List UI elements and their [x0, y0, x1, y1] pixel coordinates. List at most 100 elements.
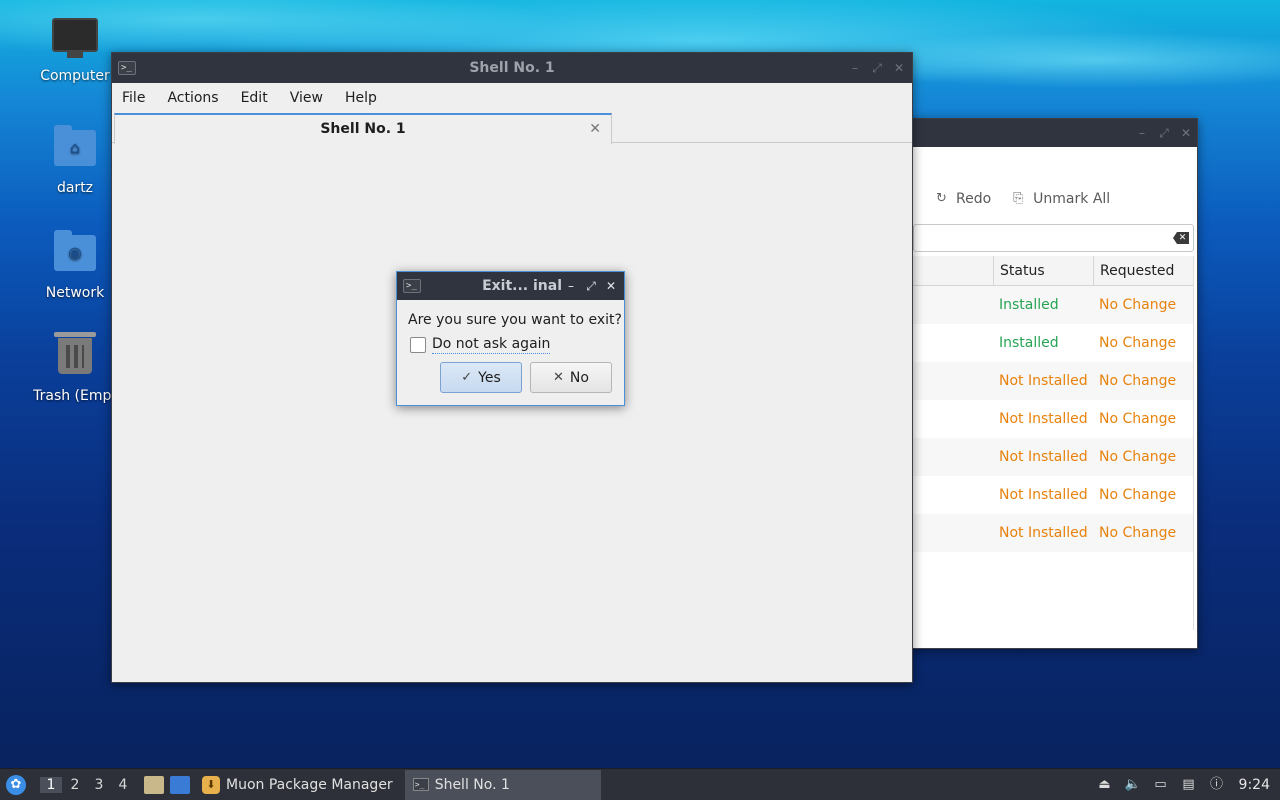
- clock[interactable]: 9:24: [1239, 777, 1270, 793]
- no-button[interactable]: ✕ No: [530, 362, 612, 393]
- table-row[interactable]: Not Installed No Change: [913, 476, 1193, 514]
- shell-titlebar[interactable]: >_ Shell No. 1 – ⤢ ✕: [112, 53, 912, 83]
- requested-cell: No Change: [1099, 411, 1177, 427]
- table-row[interactable]: Installed No Change: [913, 286, 1193, 324]
- requested-cell: No Change: [1099, 335, 1177, 351]
- menu-edit[interactable]: Edit: [241, 90, 279, 106]
- desktop-icon-trash[interactable]: Trash (Empt: [27, 332, 123, 404]
- trash-icon: [52, 332, 98, 384]
- unmark-all-button[interactable]: ⎘ Unmark All: [1013, 191, 1110, 207]
- status-cell: Installed: [999, 335, 1059, 351]
- do-not-ask-checkbox[interactable]: [410, 337, 426, 353]
- dialog-question: Are you sure you want to exit?: [408, 312, 622, 328]
- yes-button[interactable]: ✓ Yes: [440, 362, 522, 393]
- desktop-icon-computer[interactable]: Computer: [27, 18, 123, 84]
- package-table: Status Requested Installed No Change Ins…: [913, 256, 1194, 630]
- workspace-4[interactable]: 4: [112, 777, 134, 793]
- home-folder-icon: ⌂: [52, 125, 98, 176]
- muon-body: ↻ Redo ⎘ Unmark All ✕ Status Requested I…: [901, 147, 1197, 648]
- muon-window[interactable]: – ⤢ ✕ ↻ Redo ⎘ Unmark All ✕ Status Reque…: [900, 118, 1198, 649]
- terminal-icon: >_: [118, 61, 136, 75]
- column-header-requested[interactable]: Requested: [1093, 256, 1193, 285]
- requested-cell: No Change: [1099, 297, 1177, 313]
- dialog-title: Exit... inal: [482, 278, 562, 294]
- system-tray: ⏏ 🔈 ▭ ▤ ⓘ 9:24: [1097, 769, 1280, 800]
- unmark-all-icon: ⎘: [1013, 191, 1024, 206]
- menu-file[interactable]: File: [122, 90, 156, 106]
- minimize-icon[interactable]: –: [1135, 126, 1149, 140]
- task-label: Shell No. 1: [434, 776, 510, 793]
- status-cell: Not Installed: [999, 411, 1088, 427]
- close-icon[interactable]: ✕: [1179, 126, 1193, 140]
- start-menu-icon[interactable]: ✿: [6, 774, 26, 795]
- table-body: Installed No Change Installed No Change …: [913, 286, 1193, 552]
- show-desktop-icon[interactable]: [170, 775, 190, 794]
- desktop-icon-label: Network: [45, 285, 105, 301]
- menu-help[interactable]: Help: [345, 90, 388, 106]
- desktop-icon-label: Trash (Empt: [33, 388, 117, 404]
- eject-icon[interactable]: ⏏: [1097, 777, 1113, 793]
- redo-label: Redo: [956, 191, 992, 207]
- requested-cell: No Change: [1099, 525, 1177, 541]
- redo-button[interactable]: ↻ Redo: [936, 191, 991, 207]
- muon-titlebar[interactable]: – ⤢ ✕: [901, 119, 1197, 147]
- redo-icon: ↻: [936, 191, 947, 206]
- do-not-ask-label[interactable]: Do not ask again: [432, 336, 551, 354]
- status-cell: Not Installed: [999, 373, 1088, 389]
- task-muon-package-manager[interactable]: ⬇ Muon Package Manager: [194, 770, 401, 800]
- dialog-titlebar[interactable]: >_ Exit... inal – ⤢ ✕: [397, 272, 624, 300]
- do-not-ask-checkbox-row[interactable]: Do not ask again: [410, 336, 551, 354]
- status-cell: Not Installed: [999, 525, 1088, 541]
- table-row[interactable]: Not Installed No Change: [913, 438, 1193, 476]
- status-cell: Not Installed: [999, 487, 1088, 503]
- column-header-status[interactable]: Status: [993, 256, 1093, 285]
- maximize-icon[interactable]: ⤢: [1157, 126, 1171, 140]
- task-shell[interactable]: >_ Shell No. 1: [404, 769, 601, 800]
- file-manager-icon[interactable]: [144, 775, 164, 794]
- network-icon[interactable]: ▭: [1153, 777, 1169, 793]
- workspace-2[interactable]: 2: [64, 777, 86, 793]
- desktop-icon-label: dartz: [56, 180, 94, 196]
- volume-icon[interactable]: 🔈: [1125, 777, 1141, 793]
- workspace-1[interactable]: 1: [40, 776, 62, 793]
- table-row[interactable]: Not Installed No Change: [913, 514, 1193, 552]
- notification-icon[interactable]: ⓘ: [1209, 777, 1225, 793]
- package-icon: ⬇: [202, 775, 220, 794]
- workspace-3[interactable]: 3: [88, 777, 110, 793]
- network-folder-icon: ◉: [52, 230, 98, 281]
- terminal-icon: >_: [412, 778, 429, 791]
- clear-search-icon[interactable]: ✕: [1173, 232, 1189, 244]
- checkmark-icon: ✓: [461, 370, 473, 385]
- table-row[interactable]: Installed No Change: [913, 324, 1193, 362]
- tab-shell-1[interactable]: Shell No. 1 ✕: [114, 113, 612, 144]
- desktop-icon-label: Computer: [40, 68, 110, 84]
- clipboard-icon[interactable]: ▤: [1181, 777, 1197, 793]
- close-tab-icon[interactable]: ✕: [589, 115, 601, 143]
- desktop-icon-home-folder[interactable]: ⌂ dartz: [27, 122, 123, 196]
- status-cell: Not Installed: [999, 449, 1088, 465]
- menu-actions[interactable]: Actions: [167, 90, 229, 106]
- search-input[interactable]: ✕: [913, 224, 1194, 252]
- exit-dialog[interactable]: >_ Exit... inal – ⤢ ✕ Are you sure you w…: [396, 271, 625, 406]
- close-icon[interactable]: ✕: [604, 279, 618, 293]
- menubar: File Actions Edit View Help: [112, 83, 912, 113]
- minimize-icon[interactable]: –: [848, 61, 862, 75]
- requested-cell: No Change: [1099, 449, 1177, 465]
- minimize-icon[interactable]: –: [564, 279, 578, 293]
- menu-view[interactable]: View: [290, 90, 334, 106]
- desktop-icon-network[interactable]: ◉ Network: [27, 227, 123, 301]
- terminal-icon: >_: [403, 279, 421, 293]
- requested-cell: No Change: [1099, 487, 1177, 503]
- requested-cell: No Change: [1099, 373, 1177, 389]
- table-row[interactable]: Not Installed No Change: [913, 400, 1193, 438]
- maximize-icon[interactable]: ⤢: [870, 61, 884, 75]
- table-row[interactable]: Not Installed No Change: [913, 362, 1193, 400]
- cross-icon: ✕: [553, 370, 564, 385]
- yes-label: Yes: [478, 369, 501, 386]
- terminal-area[interactable]: [112, 143, 912, 682]
- tab-bar: Shell No. 1 ✕: [112, 113, 912, 144]
- column-header-name[interactable]: [913, 256, 993, 285]
- maximize-icon[interactable]: ⤢: [584, 279, 598, 293]
- no-label: No: [569, 369, 589, 386]
- close-icon[interactable]: ✕: [892, 61, 906, 75]
